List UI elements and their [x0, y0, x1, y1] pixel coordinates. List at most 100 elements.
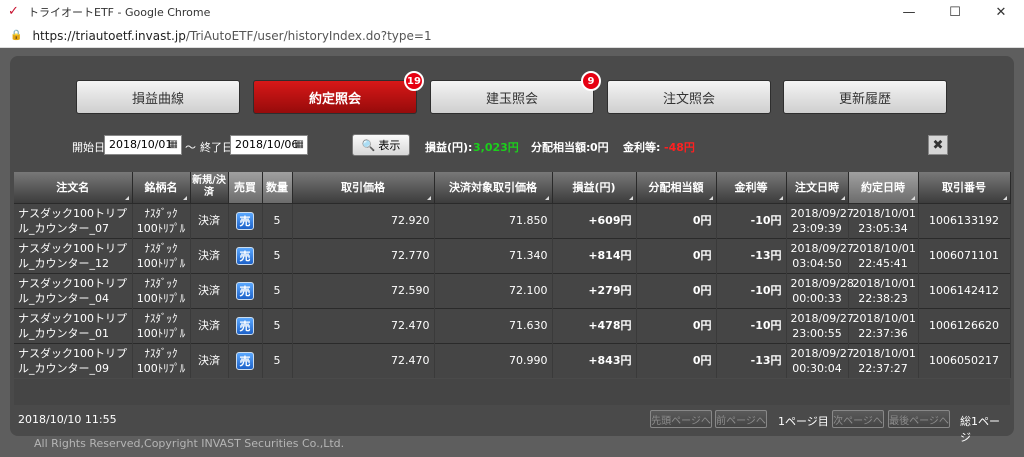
- column-header[interactable]: 銘柄名: [132, 172, 191, 203]
- symbol-cell: ﾅｽﾀﾞｯｸ100ﾄﾘﾌﾟﾙ: [132, 307, 191, 343]
- interest-value: -48円: [664, 141, 695, 154]
- calendar-icon[interactable]: ▦: [169, 136, 178, 154]
- show-button[interactable]: 🔍 表示: [352, 134, 410, 156]
- last-page-button[interactable]: 最後ページへ: [888, 410, 950, 428]
- order-datetime-cell: 2018/09/27 00:30:04: [786, 342, 854, 378]
- side-cell: 売: [228, 237, 263, 273]
- exec-datetime-cell: 2018/10/01 23:05:34: [848, 202, 919, 238]
- distribution-cell: 0円: [636, 342, 717, 378]
- interest-cell: -10円: [716, 202, 787, 238]
- order-datetime-cell: 2018/09/27 23:09:39: [786, 202, 854, 238]
- tab-update-history[interactable]: 更新履歴: [783, 80, 947, 114]
- column-header[interactable]: 取引価格: [292, 172, 435, 203]
- column-header[interactable]: 約定日時: [848, 172, 919, 203]
- price-cell: 72.470: [292, 342, 435, 378]
- qty-cell: 5: [262, 272, 293, 308]
- tab-label: 約定照会: [308, 91, 361, 107]
- execution-table: 注文名 銘柄名 新規/決済 売買 数量 取引価格 決済対象取引価格 損益(円) …: [14, 172, 1011, 378]
- type-cell: 決済: [190, 202, 229, 238]
- interest-cell: -10円: [716, 307, 787, 343]
- qty-cell: 5: [262, 342, 293, 378]
- current-page-info: 1ページ目: [778, 415, 829, 428]
- side-cell: 売: [228, 342, 263, 378]
- type-cell: 決済: [190, 237, 229, 273]
- side-cell: 売: [228, 202, 263, 238]
- type-cell: 決済: [190, 272, 229, 308]
- start-date-input[interactable]: 2018/10/01 ▦: [104, 135, 182, 155]
- distribution-cell: 0円: [636, 307, 717, 343]
- url-path: /TriAutoETF/user/historyIndex.do?type=1: [185, 28, 432, 43]
- trade-number-cell: 1006133192: [918, 202, 1011, 238]
- order-name-cell: ナスダック100トリプル_カウンター_04: [14, 272, 133, 308]
- order-datetime-cell: 2018/09/27 23:00:55: [786, 307, 854, 343]
- column-header[interactable]: 損益(円): [552, 172, 637, 203]
- column-header[interactable]: 金利等: [716, 172, 787, 203]
- buy-badge: 売: [236, 316, 254, 335]
- tab-pl-curve[interactable]: 損益曲線: [76, 80, 240, 114]
- distribution-cell: 0円: [636, 237, 717, 273]
- column-header[interactable]: 分配相当額: [636, 172, 717, 203]
- order-name-cell: ナスダック100トリプル_カウンター_07: [14, 202, 133, 238]
- buy-badge: 売: [236, 351, 254, 370]
- pl-cell: +609円: [552, 202, 637, 238]
- column-header[interactable]: 注文名: [14, 172, 133, 203]
- column-header[interactable]: 取引番号: [918, 172, 1011, 203]
- order-name-cell: ナスダック100トリプル_カウンター_01: [14, 307, 133, 343]
- settle-price-cell: 71.630: [434, 307, 553, 343]
- column-header[interactable]: 数量: [262, 172, 293, 203]
- start-date-value: 2018/10/01: [109, 138, 173, 151]
- tab-label: 損益曲線: [131, 91, 184, 107]
- address-bar[interactable]: 🔒 https://triautoetf.invast.jp/TriAutoET…: [0, 24, 1024, 48]
- type-cell: 決済: [190, 307, 229, 343]
- pl-total-label: 損益(円):: [425, 141, 473, 154]
- pl-cell: +843円: [552, 342, 637, 378]
- price-cell: 72.470: [292, 307, 435, 343]
- distribution-cell: 0円: [636, 272, 717, 308]
- total-pages-info: 総1ページ: [960, 415, 1000, 444]
- symbol-cell: ﾅｽﾀﾞｯｸ100ﾄﾘﾌﾟﾙ: [132, 342, 191, 378]
- order-name-cell: ナスダック100トリプル_カウンター_09: [14, 342, 133, 378]
- copyright-text: All Rights Reserved,Copyright INVAST Sec…: [34, 437, 345, 450]
- interest-label: 金利等:: [623, 141, 661, 154]
- end-date-input[interactable]: 2018/10/06 ▦: [230, 135, 308, 155]
- app-logo-icon: ✓: [8, 4, 19, 19]
- distribution-cell: 0円: [636, 202, 717, 238]
- calendar-icon[interactable]: ▦: [295, 136, 304, 154]
- table-row: ナスダック100トリプル_カウンター_07 ﾅｽﾀﾞｯｸ100ﾄﾘﾌﾟﾙ 決済 …: [14, 202, 1011, 238]
- tab-orders[interactable]: 注文照会: [607, 80, 771, 114]
- prev-page-button[interactable]: 前ページへ: [715, 410, 767, 428]
- table-empty-area: [14, 379, 1010, 405]
- pagination-bar: 2018/10/10 11:55 先頭ページへ 前ページへ 1ページ目 次ページ…: [14, 408, 1010, 444]
- page-background: 損益曲線 約定照会 19 建玉照会 9 注文照会 更新履歴 開始日 2018/10/…: [0, 48, 1024, 457]
- column-header[interactable]: 注文日時: [786, 172, 849, 203]
- qty-cell: 5: [262, 237, 293, 273]
- window-title: トライオートETF - Google Chrome: [28, 6, 211, 19]
- show-button-label: 表示: [378, 139, 401, 152]
- trade-number-cell: 1006142412: [918, 272, 1011, 308]
- column-header[interactable]: 新規/決済: [190, 172, 229, 203]
- interest-cell: -13円: [716, 342, 787, 378]
- table-row: ナスダック100トリプル_カウンター_12 ﾅｽﾀﾞｯｸ100ﾄﾘﾌﾟﾙ 決済 …: [14, 237, 1011, 273]
- qty-cell: 5: [262, 202, 293, 238]
- maximize-icon[interactable]: ☐: [932, 0, 978, 24]
- exec-datetime-cell: 2018/10/01 22:37:36: [848, 307, 919, 343]
- first-page-button[interactable]: 先頭ページへ: [650, 410, 712, 428]
- symbol-cell: ﾅｽﾀﾞｯｸ100ﾄﾘﾌﾟﾙ: [132, 237, 191, 273]
- tab-execution-history[interactable]: 約定照会 19: [253, 71, 424, 114]
- tab-positions[interactable]: 建玉照会 9: [430, 71, 601, 114]
- side-cell: 売: [228, 307, 263, 343]
- end-date-value: 2018/10/06: [235, 138, 299, 151]
- order-datetime-cell: 2018/09/27 03:04:50: [786, 237, 854, 273]
- next-page-button[interactable]: 次ページへ: [832, 410, 884, 428]
- trade-number-cell: 1006050217: [918, 342, 1011, 378]
- close-icon[interactable]: ✕: [978, 0, 1024, 24]
- column-header[interactable]: 決済対象取引価格: [434, 172, 553, 203]
- url-text[interactable]: https://triautoetf.invast.jp/TriAutoETF/…: [32, 29, 431, 43]
- buy-badge: 売: [236, 281, 254, 300]
- exec-datetime-cell: 2018/10/01 22:45:41: [848, 237, 919, 273]
- order-name-cell: ナスダック100トリプル_カウンター_12: [14, 237, 133, 273]
- column-header[interactable]: 売買: [228, 172, 263, 203]
- minimize-icon[interactable]: —: [886, 0, 932, 24]
- excel-export-icon[interactable]: ✖: [928, 135, 948, 155]
- trade-number-cell: 1006126620: [918, 307, 1011, 343]
